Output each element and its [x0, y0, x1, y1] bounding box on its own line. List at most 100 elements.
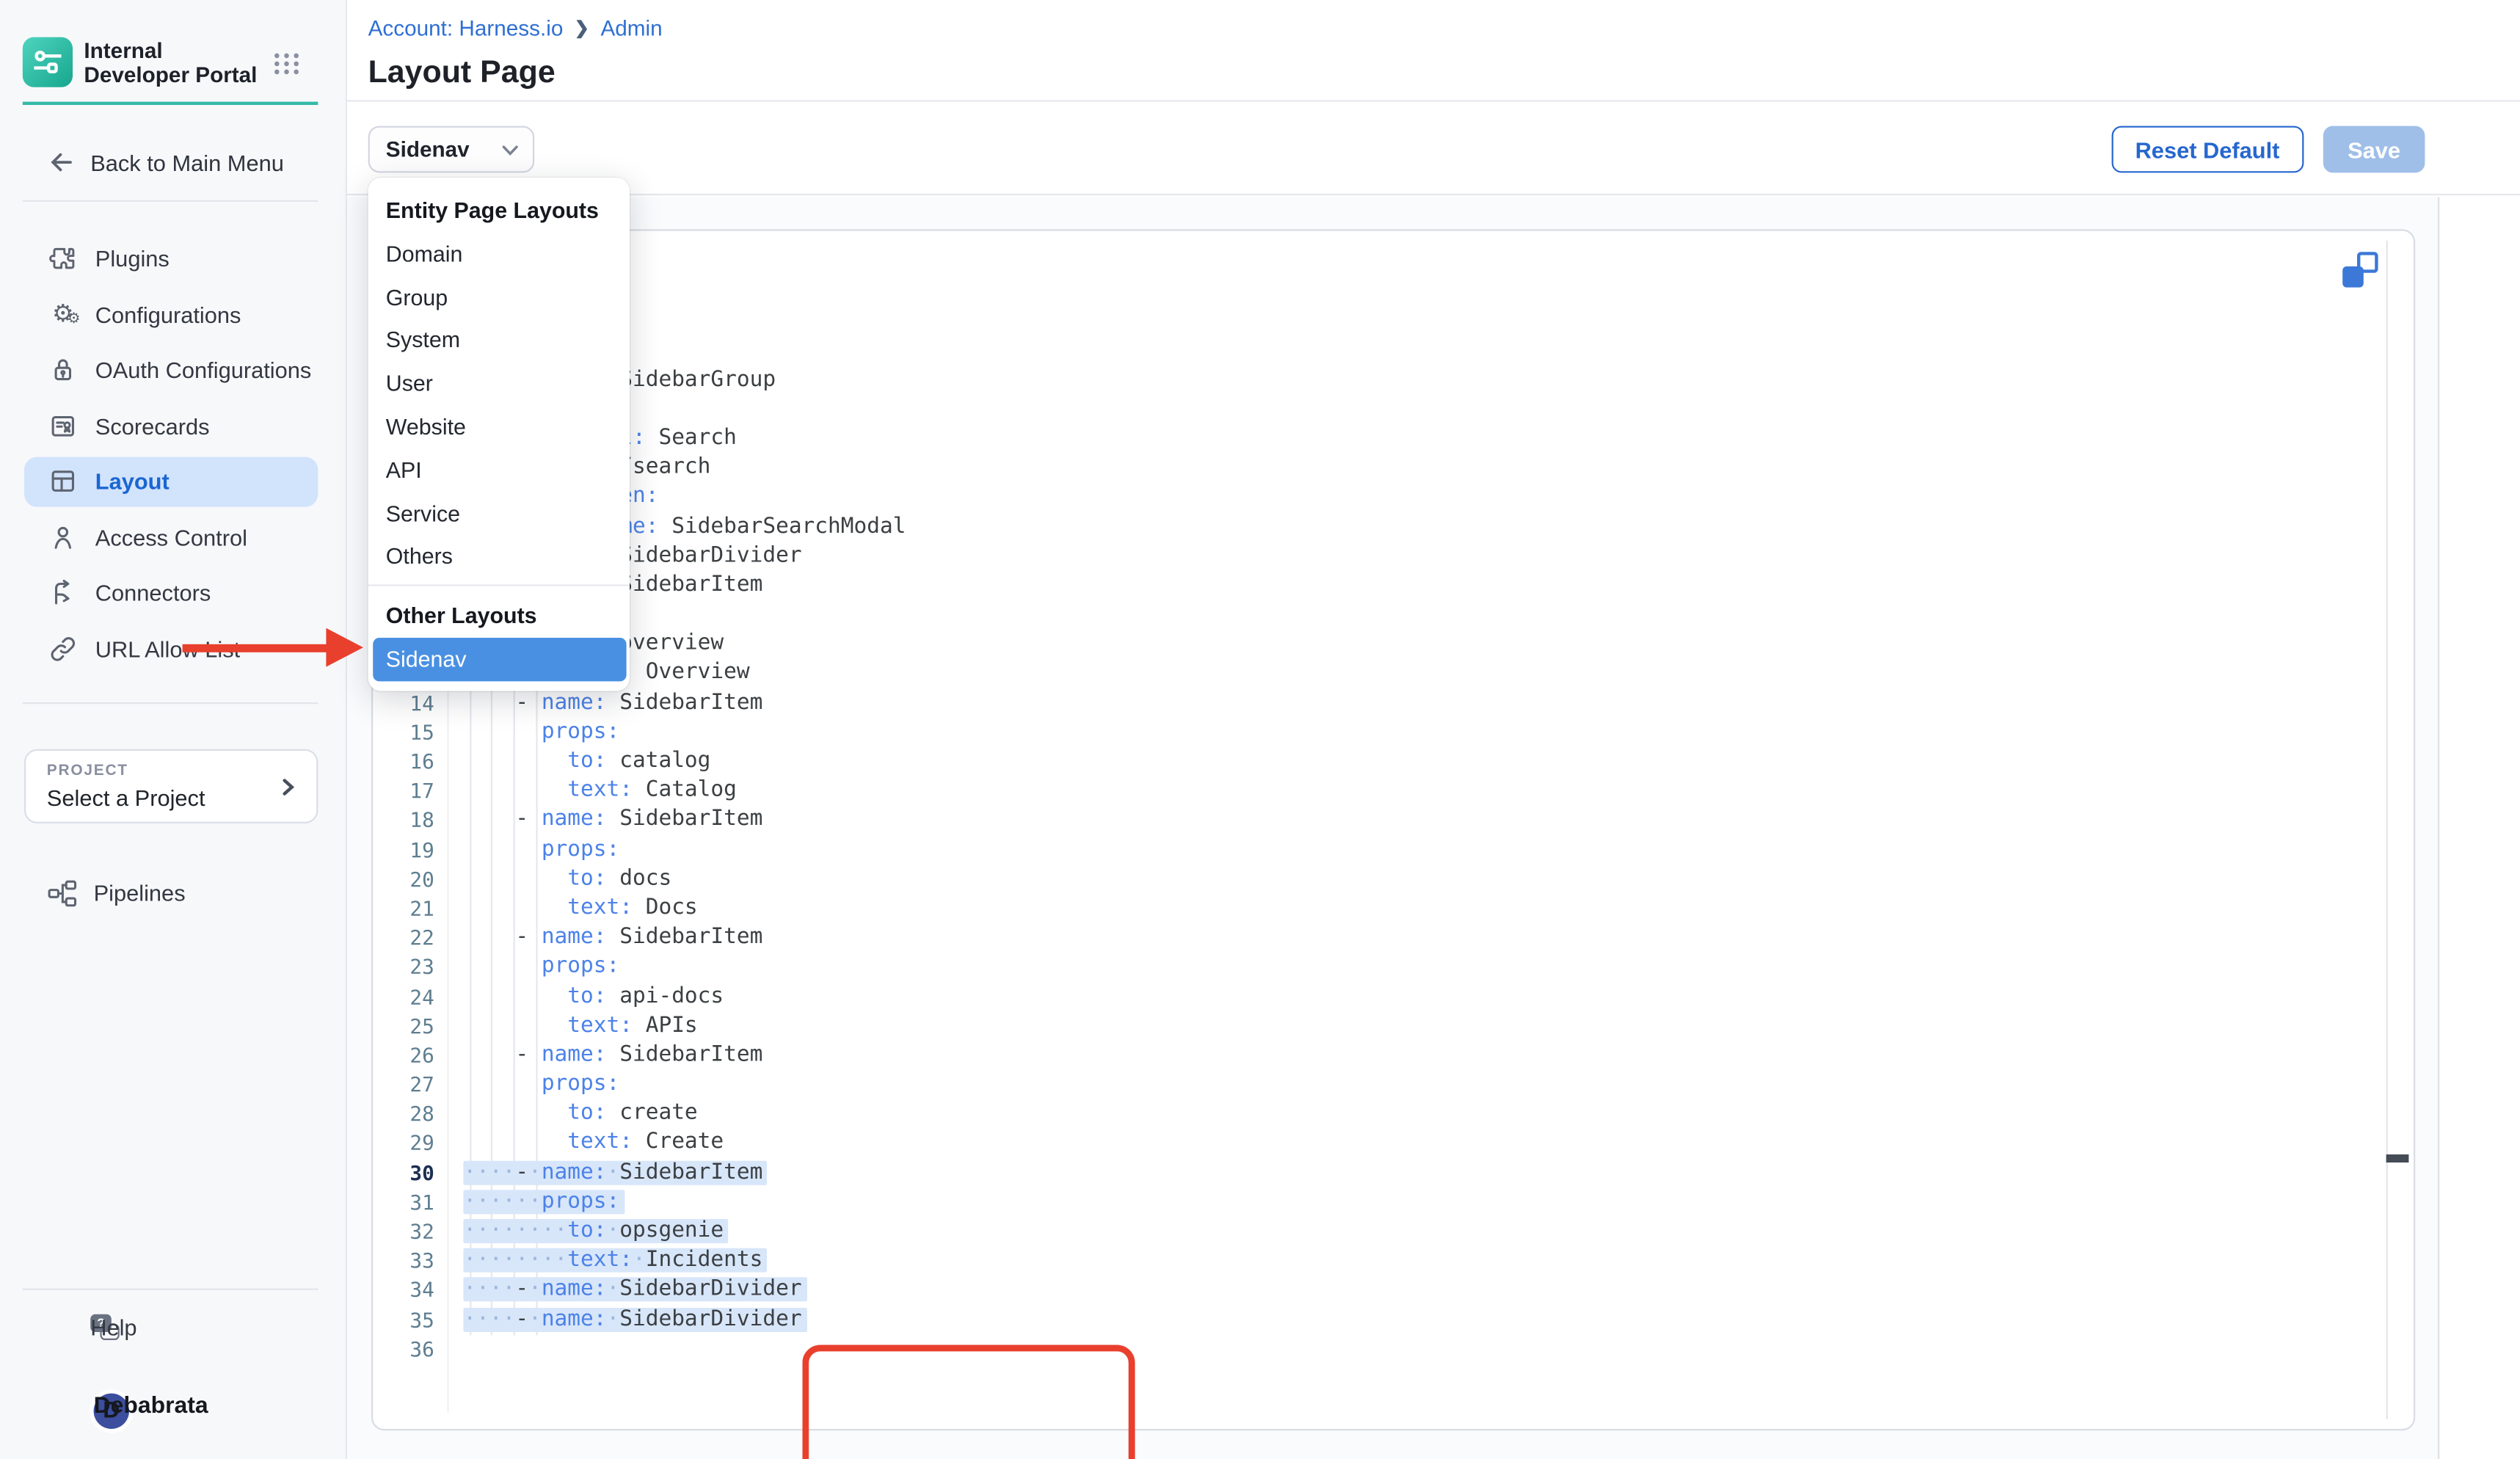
project-eyebrow: PROJECT: [47, 762, 128, 779]
dropdown-option-system[interactable]: System: [368, 319, 630, 363]
project-selector[interactable]: PROJECT Select a Project: [24, 749, 318, 823]
sidebar-item-layout[interactable]: Layout: [0, 454, 347, 509]
code-line: 35····-·name:·SidebarDivider: [373, 1305, 2381, 1334]
sidebar-item-label: URL Allow List: [95, 636, 240, 661]
code-line: 13 text: Overview: [373, 658, 2381, 688]
save-button[interactable]: Save: [2323, 126, 2425, 173]
layout-icon: [48, 467, 78, 496]
sidebar-item-oauth-configurations[interactable]: OAuth Configurations: [0, 342, 347, 398]
code-line: 14 - name: SidebarItem: [373, 688, 2381, 717]
layout-yaml-editor-panel[interactable]: 1page:2 children:3 - name: SidebarGroup4…: [371, 229, 2415, 1430]
project-selector-label: Select a Project: [47, 785, 205, 810]
sidebar-item-label: Layout: [95, 469, 170, 495]
code-line: 6 to: /search: [373, 453, 2381, 482]
line-number: 15: [373, 720, 434, 744]
user-name: Debabrata: [94, 1394, 208, 1419]
sidebar-item-label: Access Control: [95, 524, 247, 550]
code-line: 24 to: api-docs: [373, 981, 2381, 1011]
toolbar: Sidenav Reset Default Save: [347, 102, 2520, 196]
line-number: 22: [373, 925, 434, 950]
idp-logo: [23, 37, 73, 87]
sidebar-item-connectors[interactable]: Connectors: [0, 565, 347, 621]
sidebar-item-label: Connectors: [95, 580, 211, 605]
app-root: Internal Developer Portal Back to Main M…: [0, 0, 2520, 1459]
code-line: 9 - name: SidebarDivider: [373, 541, 2381, 570]
code-line: 3 - name: SidebarGroup: [373, 365, 2381, 394]
code-line: 12 to: overview: [373, 629, 2381, 658]
line-number: 35: [373, 1307, 434, 1331]
dropdown-option-group[interactable]: Group: [368, 276, 630, 319]
code-line: 31······props:: [373, 1187, 2381, 1216]
scorecards-icon: [48, 411, 78, 440]
brand-divider: [23, 102, 318, 105]
code-line: 36: [373, 1334, 2381, 1364]
layout-type-select[interactable]: Sidenav: [368, 126, 535, 173]
sidebar-item-configurations[interactable]: ⚙⚙Configurations: [0, 287, 347, 343]
sidebar-item-url-allow-list[interactable]: URL Allow List: [0, 621, 347, 677]
yaml-code-editor[interactable]: 1page:2 children:3 - name: SidebarGroup4…: [373, 306, 2381, 1363]
line-number: 23: [373, 955, 434, 979]
code-line: 26 - name: SidebarItem: [373, 1040, 2381, 1069]
code-line: 11 props:: [373, 600, 2381, 629]
pipelines-label: Pipelines: [94, 880, 186, 906]
dropdown-option-others[interactable]: Others: [368, 535, 630, 578]
reset-default-button[interactable]: Reset Default: [2111, 126, 2304, 173]
sidebar-item-access-control[interactable]: Access Control: [0, 509, 347, 565]
code-line: 10 - name: SidebarItem: [373, 570, 2381, 600]
help-label: Help: [90, 1314, 136, 1340]
scrollbar-track[interactable]: [2386, 241, 2388, 1419]
dropdown-option-user[interactable]: User: [368, 363, 630, 406]
dropdown-option-service[interactable]: Service: [368, 492, 630, 536]
divider: [23, 200, 318, 202]
sidebar-item-help[interactable]: ? Help: [0, 1311, 347, 1346]
url-allow-list-link-icon: [48, 634, 78, 663]
code-line: 18 - name: SidebarItem: [373, 805, 2381, 834]
pipelines-icon: [47, 878, 78, 914]
code-line: 28 to: create: [373, 1099, 2381, 1128]
code-line: 17 text: Catalog: [373, 776, 2381, 805]
code-line: 33········text:·Incidents: [373, 1246, 2381, 1276]
layout-type-select-value: Sidenav: [386, 137, 470, 161]
user-menu[interactable]: D Debabrata: [0, 1386, 347, 1427]
breadcrumb-admin[interactable]: Admin: [600, 16, 662, 40]
code-line: 30····-·name:·SidebarItem: [373, 1157, 2381, 1187]
line-number: 28: [373, 1102, 434, 1126]
code-line: 5 label: Search: [373, 423, 2381, 453]
copy-button[interactable]: [2342, 252, 2378, 287]
dropdown-option-domain[interactable]: Domain: [368, 233, 630, 276]
line-number: 14: [373, 691, 434, 715]
code-line: 20 to: docs: [373, 864, 2381, 893]
app-grid-icon[interactable]: [274, 54, 300, 75]
line-number: 32: [373, 1219, 434, 1243]
chevron-down-icon: [500, 144, 520, 159]
sidebar-item-scorecards[interactable]: Scorecards: [0, 398, 347, 454]
plugins-icon: [48, 244, 78, 274]
breadcrumb-chevron-icon: ❯: [575, 18, 589, 39]
code-line: 19 props:: [373, 834, 2381, 864]
line-number: 18: [373, 808, 434, 832]
code-line: 2 children:: [373, 335, 2381, 365]
divider: [23, 702, 318, 704]
line-number: 34: [373, 1278, 434, 1302]
sidebar-item-pipelines[interactable]: Pipelines: [0, 877, 347, 912]
line-number: 29: [373, 1131, 434, 1155]
chevron-right-icon: [280, 776, 297, 798]
code-line: 21 text: Docs: [373, 893, 2381, 923]
line-number: 31: [373, 1190, 434, 1214]
sidebar-nav: Plugins⚙⚙ConfigurationsOAuth Configurati…: [0, 231, 347, 677]
sidebar-item-plugins[interactable]: Plugins: [0, 231, 347, 287]
code-line: 23 props:: [373, 952, 2381, 981]
code-line: 7 children:: [373, 482, 2381, 512]
code-line: 8 - name: SidebarSearchModal: [373, 512, 2381, 541]
breadcrumb-account[interactable]: Account: Harness.io: [368, 16, 564, 40]
back-to-main-menu[interactable]: Back to Main Menu: [0, 145, 347, 181]
idp-logo-glyph: [32, 47, 63, 78]
dropdown-option-sidenav[interactable]: Sidenav: [372, 638, 625, 682]
code-line: 25 text: APIs: [373, 1011, 2381, 1040]
scrollbar-cursor-marker: [2386, 1154, 2409, 1162]
dropdown-option-website[interactable]: Website: [368, 406, 630, 449]
line-number: 25: [373, 1014, 434, 1038]
sidebar-item-label: Configurations: [95, 302, 241, 327]
dropdown-option-api[interactable]: API: [368, 449, 630, 492]
arrow-left-icon: [47, 148, 74, 175]
